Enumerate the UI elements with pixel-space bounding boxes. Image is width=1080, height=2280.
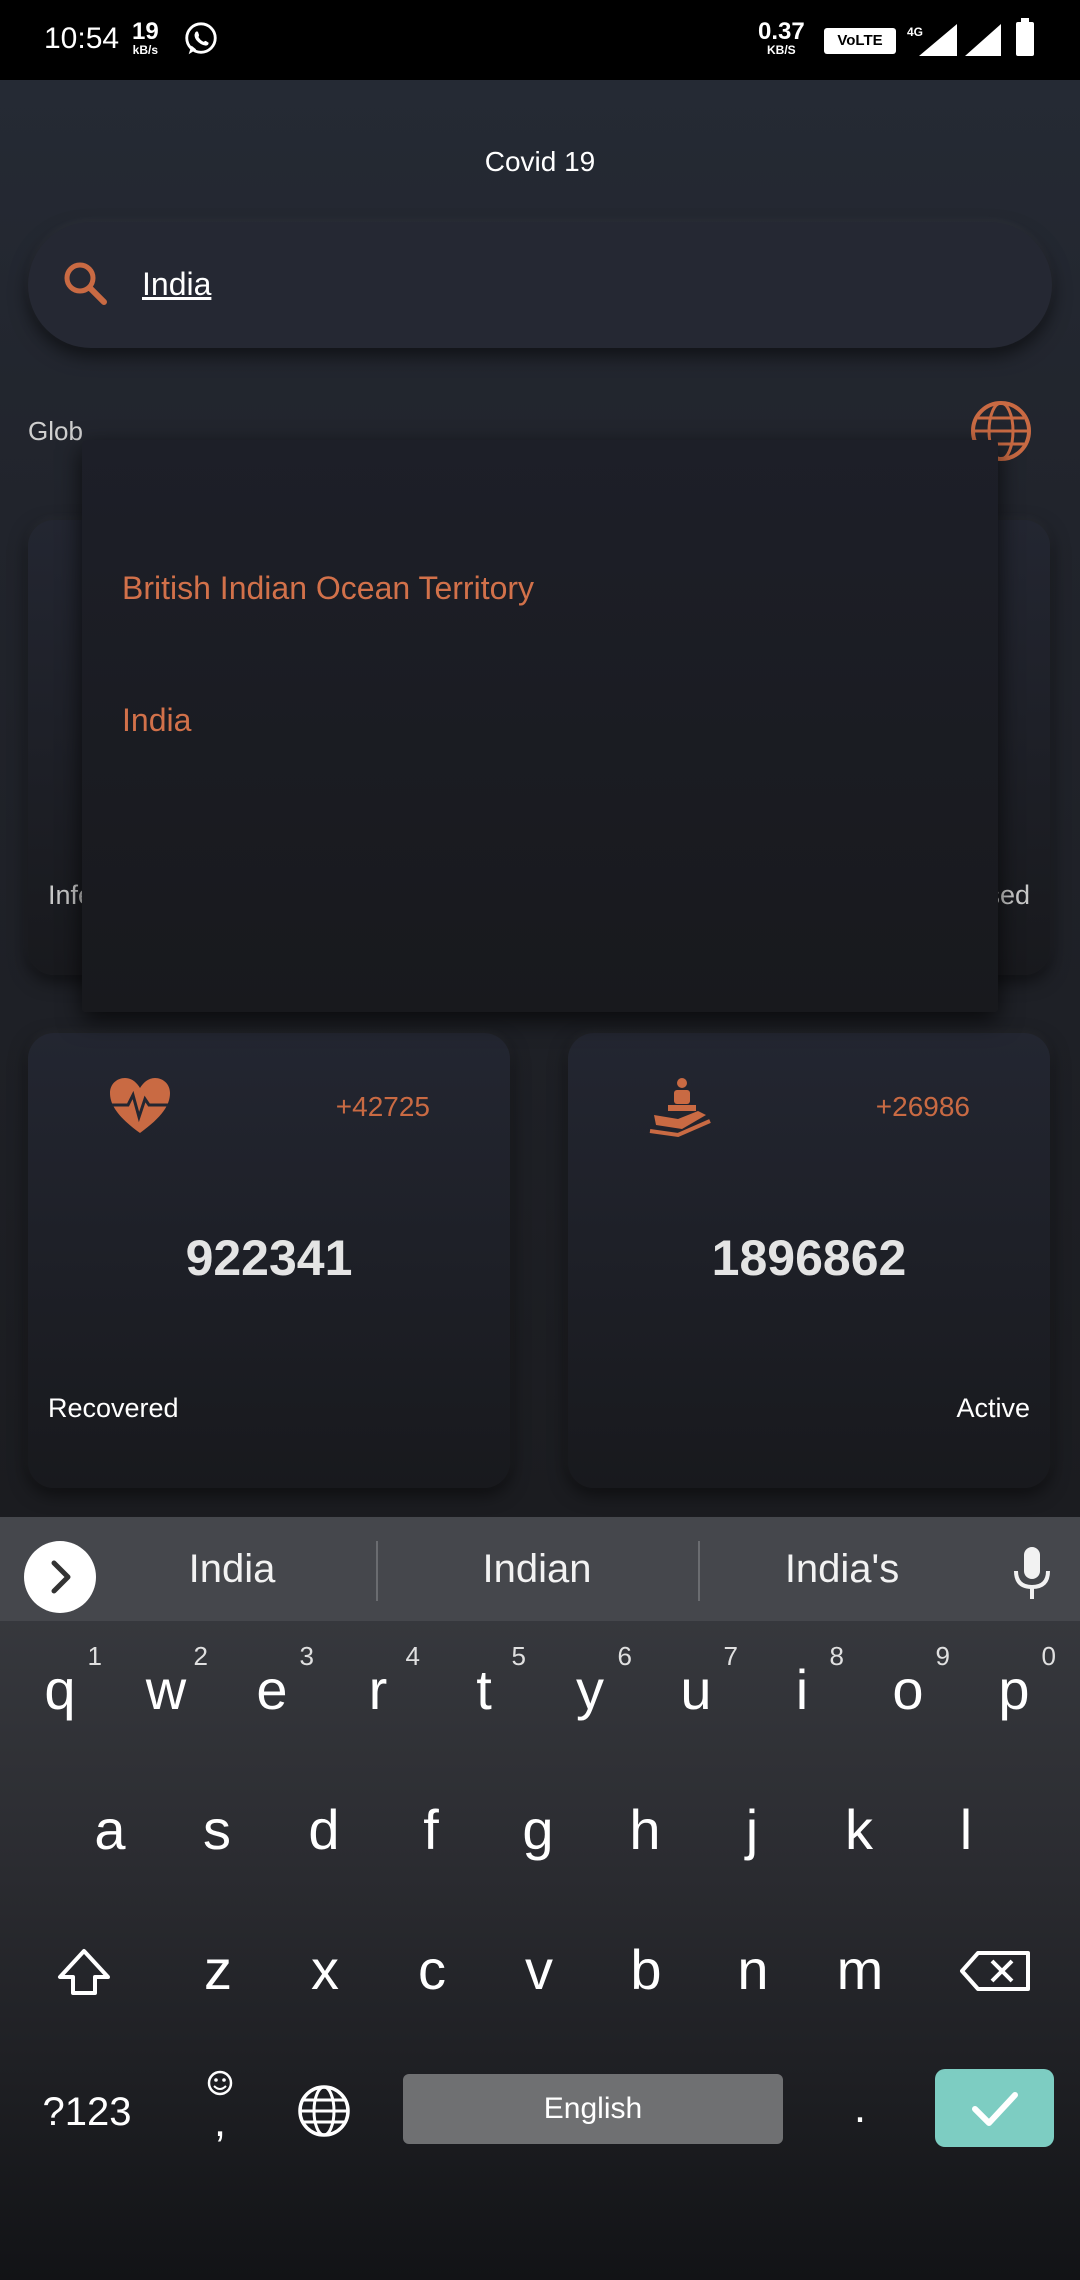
key-x[interactable]: x [277,1915,373,2025]
soft-keyboard: India Indian India's q1 w2 e3 r4 t5 y6 u… [0,1517,1080,2280]
key-a[interactable]: a [62,1775,158,1885]
key-y[interactable]: y6 [542,1635,638,1745]
suggestion-2[interactable]: Indian [387,1547,687,1592]
heart-pulse-icon [110,1078,170,1133]
dropdown-option[interactable]: India [122,702,191,739]
battery-icon [1016,18,1034,56]
key-e[interactable]: e3 [224,1635,320,1745]
net-speed-indicator: 19 kB/s [132,18,159,57]
check-icon [972,2092,1018,2126]
emoji-icon [207,2070,233,2096]
backspace-key[interactable] [948,1915,1044,2025]
key-l[interactable]: l [918,1775,1014,1885]
emoji-comma-key[interactable]: , [180,2065,260,2155]
active-value: 1896862 [711,1230,907,1286]
key-o[interactable]: o9 [860,1635,956,1745]
covid-app: Covid 19 Glob 3022596 Infected 203383 De… [0,80,1080,1517]
active-label: Active [956,1393,1030,1423]
shift-key[interactable] [36,1915,132,2025]
recovered-label: Recovered [48,1393,179,1423]
autocomplete-dropdown: British Indian Ocean Territory India [82,440,998,1012]
key-j[interactable]: j [704,1775,800,1885]
key-f[interactable]: f [383,1775,479,1885]
key-z[interactable]: z [170,1915,266,2025]
recovered-value: 922341 [185,1230,353,1286]
key-q[interactable]: q1 [12,1635,108,1745]
whatsapp-icon [185,22,217,55]
symbols-key[interactable]: ?123 [22,2077,152,2147]
key-n[interactable]: n [705,1915,801,2025]
global-label: Glob [28,416,83,446]
recovered-card[interactable]: +42725 922341 Recovered [28,1033,510,1488]
key-i[interactable]: i8 [754,1635,850,1745]
search-bar[interactable] [28,222,1052,348]
page-title: Covid 19 [484,146,596,177]
key-t[interactable]: t5 [436,1635,532,1745]
key-p[interactable]: p0 [966,1635,1062,1745]
key-w[interactable]: w2 [118,1635,214,1745]
key-h[interactable]: h [597,1775,693,1885]
search-input[interactable] [142,254,942,314]
volte-badge: VoLTE [824,28,896,54]
key-k[interactable]: k [811,1775,907,1885]
patient-care-icon [649,1078,711,1138]
key-g[interactable]: g [490,1775,586,1885]
search-icon [64,262,107,305]
microphone-icon[interactable] [1012,1545,1052,1601]
key-m[interactable]: m [812,1915,908,2025]
key-v[interactable]: v [491,1915,587,2025]
suggestion-divider [376,1541,378,1601]
svg-text:4G: 4G [907,25,923,39]
shift-icon [58,1949,110,1995]
suggestion-3[interactable]: India's [692,1547,992,1592]
net-speed-indicator-2: 0.37 KB/S [758,18,805,57]
comma-label: , [213,2097,227,2146]
active-card[interactable]: +26986 1896862 Active [568,1033,1050,1488]
key-r[interactable]: r4 [330,1635,426,1745]
suggestion-strip: India Indian India's [0,1517,1080,1621]
key-u[interactable]: u7 [648,1635,744,1745]
status-bar: 10:54 19 kB/s 0.37 KB/S VoLTE 4G [0,0,1080,80]
status-time: 10:54 [44,22,120,55]
enter-key[interactable] [935,2069,1054,2147]
key-d[interactable]: d [276,1775,372,1885]
recovered-delta: +42725 [335,1091,430,1122]
space-key[interactable]: English [403,2074,783,2144]
suggestion-1[interactable]: India [82,1547,382,1592]
dropdown-option[interactable]: British Indian Ocean Territory [122,570,534,607]
key-s[interactable]: s [169,1775,265,1885]
period-key[interactable]: . [830,2073,890,2143]
backspace-icon [960,1951,1030,1991]
key-b[interactable]: b [598,1915,694,2025]
globe-language-icon[interactable] [296,2083,352,2139]
active-delta: +26986 [875,1091,970,1122]
key-c[interactable]: c [384,1915,480,2025]
